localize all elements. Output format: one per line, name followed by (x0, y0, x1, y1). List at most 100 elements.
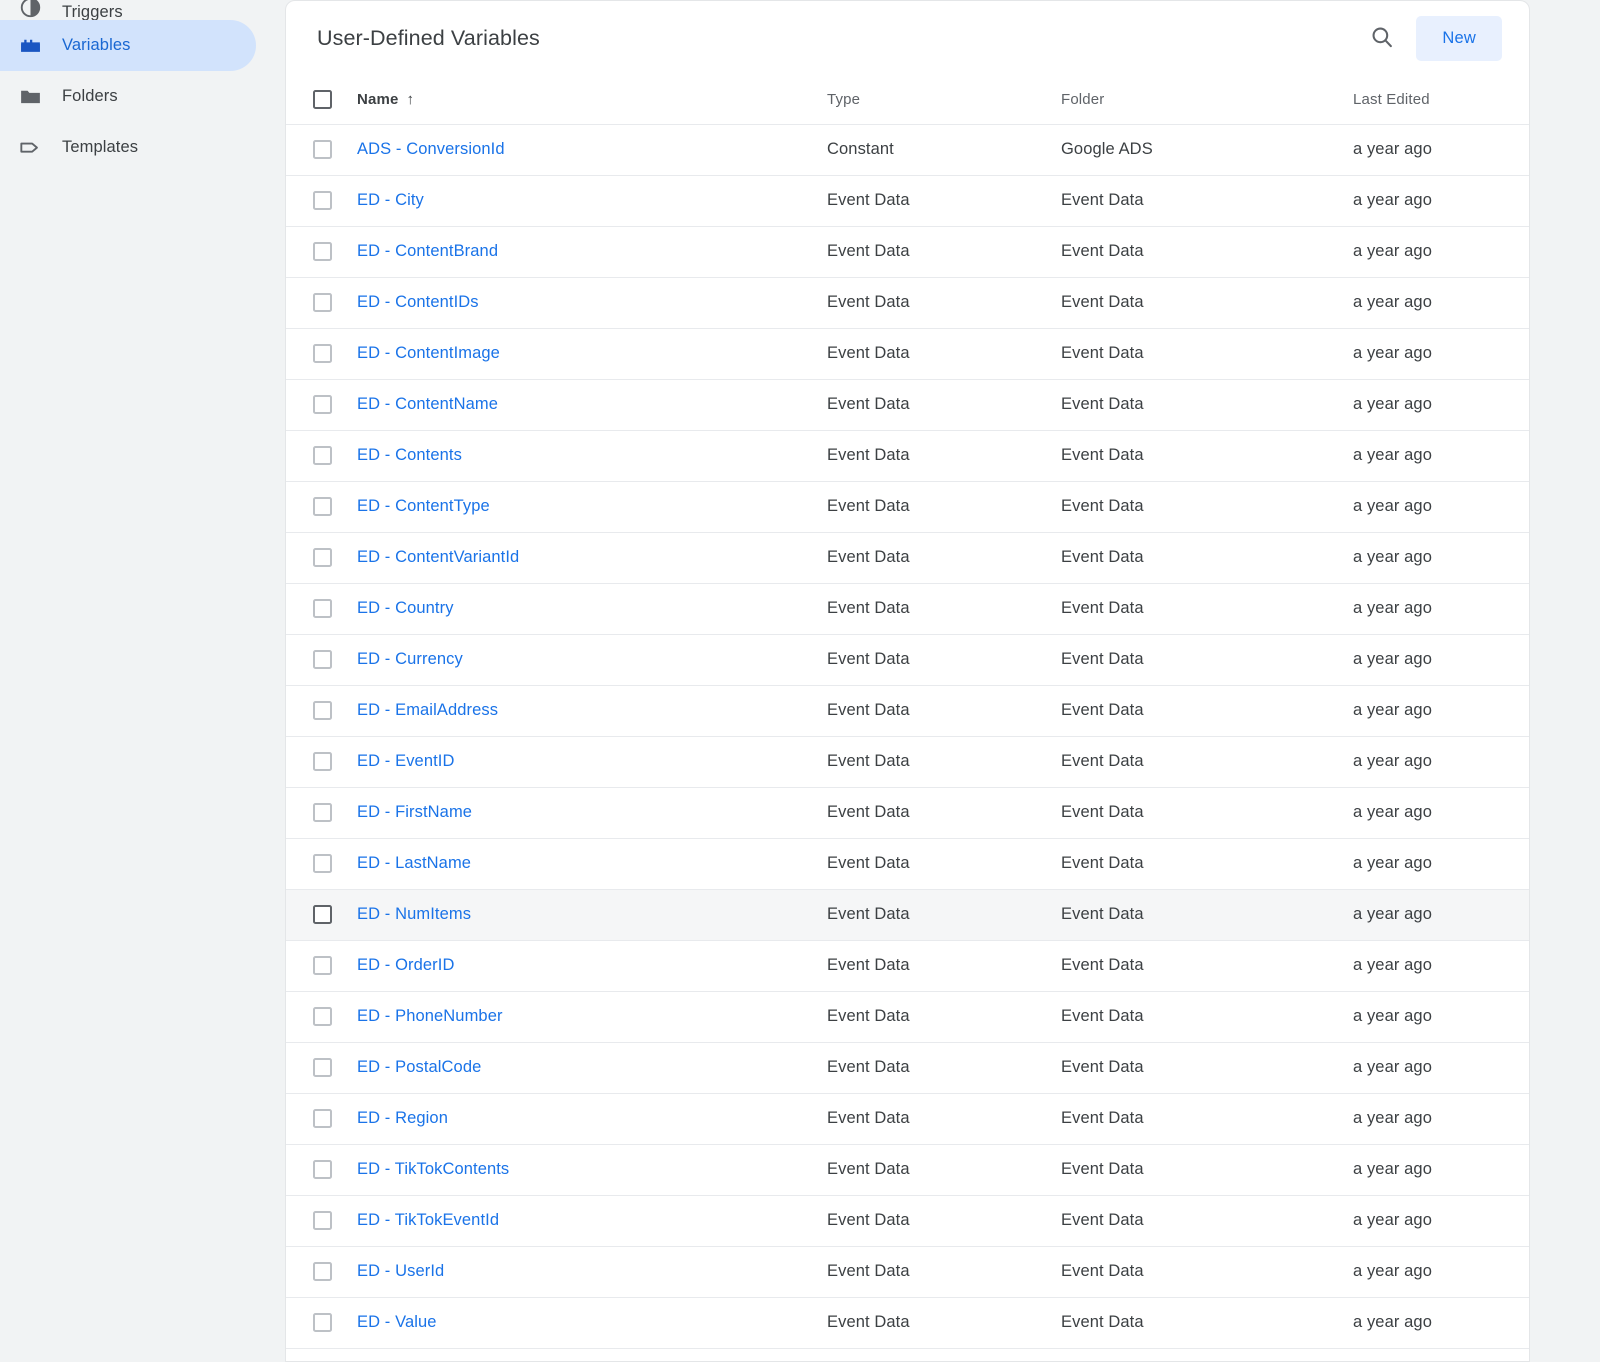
row-checkbox[interactable] (313, 1109, 332, 1128)
sidebar-item-triggers[interactable]: Triggers (0, 0, 256, 20)
variable-name-link[interactable]: ED - TikTokContents (357, 1160, 509, 1178)
variable-name-link[interactable]: ED - ContentName (357, 395, 498, 413)
table-row[interactable]: ADS - ConversionId Constant Google ADS a ye… (286, 124, 1529, 175)
table-row[interactable]: ED - City Event Data Event Data a year ago (286, 175, 1529, 226)
table-row[interactable]: ED - Region Event Data Event Data a year ag… (286, 1093, 1529, 1144)
row-checkbox[interactable] (313, 446, 332, 465)
table-row[interactable]: ED - NumItems Event Data Event Data a year … (286, 889, 1529, 940)
table-row[interactable]: ED - Country Event Data Event Data a year a… (286, 583, 1529, 634)
row-checkbox[interactable] (313, 344, 332, 363)
sidebar-item-variables[interactable]: Variables (0, 20, 256, 71)
search-button[interactable] (1360, 17, 1404, 61)
table-row[interactable]: ED - Currency Event Data Event Data a year … (286, 634, 1529, 685)
select-all-checkbox[interactable] (313, 90, 332, 110)
variable-name-link[interactable]: ED - FirstName (357, 803, 472, 821)
variable-name-link[interactable]: ED - Currency (357, 650, 463, 668)
variable-name-link[interactable]: ED - ContentVariantId (357, 548, 519, 566)
row-checkbox[interactable] (313, 956, 332, 975)
variable-type-cell: Event Data (827, 293, 910, 311)
row-checkbox[interactable] (313, 1058, 332, 1077)
table-row[interactable]: ED - OrderID Event Data Event Data a year a… (286, 940, 1529, 991)
row-checkbox[interactable] (313, 242, 332, 261)
row-checkbox[interactable] (313, 191, 332, 210)
variable-name-link[interactable]: ADS - ConversionId (357, 140, 505, 158)
row-checkbox[interactable] (313, 1211, 332, 1230)
variable-name-link[interactable]: ED - LastName (357, 854, 471, 872)
column-header-folder[interactable]: Folder (1061, 76, 1353, 125)
table-row[interactable]: ED - UserId Event Data Event Data a year ag… (286, 1246, 1529, 1297)
row-checkbox[interactable] (313, 1007, 332, 1026)
variable-name-link[interactable]: ED - EmailAddress (357, 701, 498, 719)
table-row[interactable]: ED - TikTokContents Event Data Event Data a… (286, 1144, 1529, 1195)
tag-icon (18, 135, 43, 160)
sidebar-item-label: Templates (62, 138, 139, 157)
table-row[interactable]: ED - Value Event Data Event Data a year ago (286, 1297, 1529, 1348)
variable-name-link[interactable]: ED - Value (357, 1313, 437, 1331)
variable-type-cell: Event Data (827, 1058, 910, 1076)
column-header-last-edited[interactable]: Last Edited (1353, 76, 1529, 125)
table-row[interactable]: ED - LastName Event Data Event Data a year … (286, 838, 1529, 889)
table-row[interactable]: ED - EmailAddress Event Data Event Data a y… (286, 685, 1529, 736)
variable-name-link[interactable]: ED - NumItems (357, 905, 471, 923)
row-checkbox[interactable] (313, 803, 332, 822)
table-row[interactable]: ED - ContentIDs Event Data Event Data a yea… (286, 277, 1529, 328)
column-header-type[interactable]: Type (827, 76, 1061, 125)
variable-name-link[interactable]: ED - PostalCode (357, 1058, 481, 1076)
variable-folder-cell: Event Data (1061, 1058, 1144, 1076)
table-row[interactable]: ED - ContentBrand Event Data Event Data a y… (286, 226, 1529, 277)
row-checkbox[interactable] (313, 497, 332, 516)
row-checkbox[interactable] (313, 701, 332, 720)
sort-ascending-icon: ↑ (406, 91, 415, 109)
variable-name-link[interactable]: ED - ContentBrand (357, 242, 498, 260)
variable-name-link[interactable]: ED - ContentType (357, 497, 490, 515)
variable-name-link[interactable]: ED - PhoneNumber (357, 1007, 503, 1025)
variable-name-link[interactable]: ED - Contents (357, 446, 462, 464)
row-select-cell (286, 379, 357, 430)
row-checkbox[interactable] (313, 650, 332, 669)
row-checkbox[interactable] (313, 1160, 332, 1179)
row-checkbox[interactable] (313, 140, 332, 159)
row-checkbox[interactable] (313, 1262, 332, 1281)
variable-type-cell: Event Data (827, 1160, 910, 1178)
row-checkbox[interactable] (313, 1313, 332, 1332)
column-header-name[interactable]: Name ↑ (357, 76, 827, 125)
variable-name-cell: ED - Region (357, 1093, 827, 1144)
variable-name-link[interactable]: ED - ContentIDs (357, 293, 479, 311)
row-checkbox[interactable] (313, 905, 332, 924)
new-variable-button[interactable]: New (1416, 16, 1502, 61)
table-row[interactable]: ED - ContentVariantId Event Data Event Dat… (286, 532, 1529, 583)
variable-name-link[interactable]: ED - Country (357, 599, 454, 617)
sidebar-item-folders[interactable]: Folders (0, 71, 256, 122)
variable-name-link[interactable]: ED - UserId (357, 1262, 444, 1280)
row-checkbox[interactable] (313, 599, 332, 618)
sidebar-item-templates[interactable]: Templates (0, 122, 256, 173)
table-row[interactable]: ED - TikTokEventId Event Data Event Data a … (286, 1195, 1529, 1246)
row-select-cell (286, 991, 357, 1042)
row-checkbox[interactable] (313, 293, 332, 312)
variable-name-link[interactable]: ED - Region (357, 1109, 448, 1127)
table-row[interactable]: ED - PhoneNumber Event Data Event Data a ye… (286, 991, 1529, 1042)
table-row[interactable]: ED - ContentType Event Data Event Data a ye… (286, 481, 1529, 532)
variable-name-cell: ED - ContentIDs (357, 277, 827, 328)
table-row[interactable]: ED - Contents Event Data Event Data a year … (286, 430, 1529, 481)
row-checkbox[interactable] (313, 752, 332, 771)
table-row[interactable]: ED - EventID Event Data Event Data a year a… (286, 736, 1529, 787)
table-row[interactable]: ED - PostalCode Event Data Event Data a yea… (286, 1042, 1529, 1093)
variable-name-link[interactable]: ED - TikTokEventId (357, 1211, 499, 1229)
row-select-cell (286, 1144, 357, 1195)
table-row[interactable]: ED - ContentImage Event Data Event Data a y… (286, 328, 1529, 379)
variable-name-link[interactable]: ED - ContentImage (357, 344, 500, 362)
variable-name-link[interactable]: ED - City (357, 191, 424, 209)
variable-name-link[interactable]: ED - EventID (357, 752, 454, 770)
row-select-cell (286, 889, 357, 940)
row-checkbox[interactable] (313, 548, 332, 567)
row-checkbox[interactable] (313, 854, 332, 873)
row-checkbox[interactable] (313, 395, 332, 414)
table-row[interactable]: ED - FirstName Event Data Event Data a year… (286, 787, 1529, 838)
variable-type-cell: Event Data (827, 497, 910, 515)
row-select-cell (286, 940, 357, 991)
table-row[interactable]: ED - ContentName Event Data Event Data a ye… (286, 379, 1529, 430)
variable-folder-cell: Event Data (1061, 344, 1144, 362)
variable-type-cell: Event Data (827, 1262, 910, 1280)
variable-name-link[interactable]: ED - OrderID (357, 956, 454, 974)
